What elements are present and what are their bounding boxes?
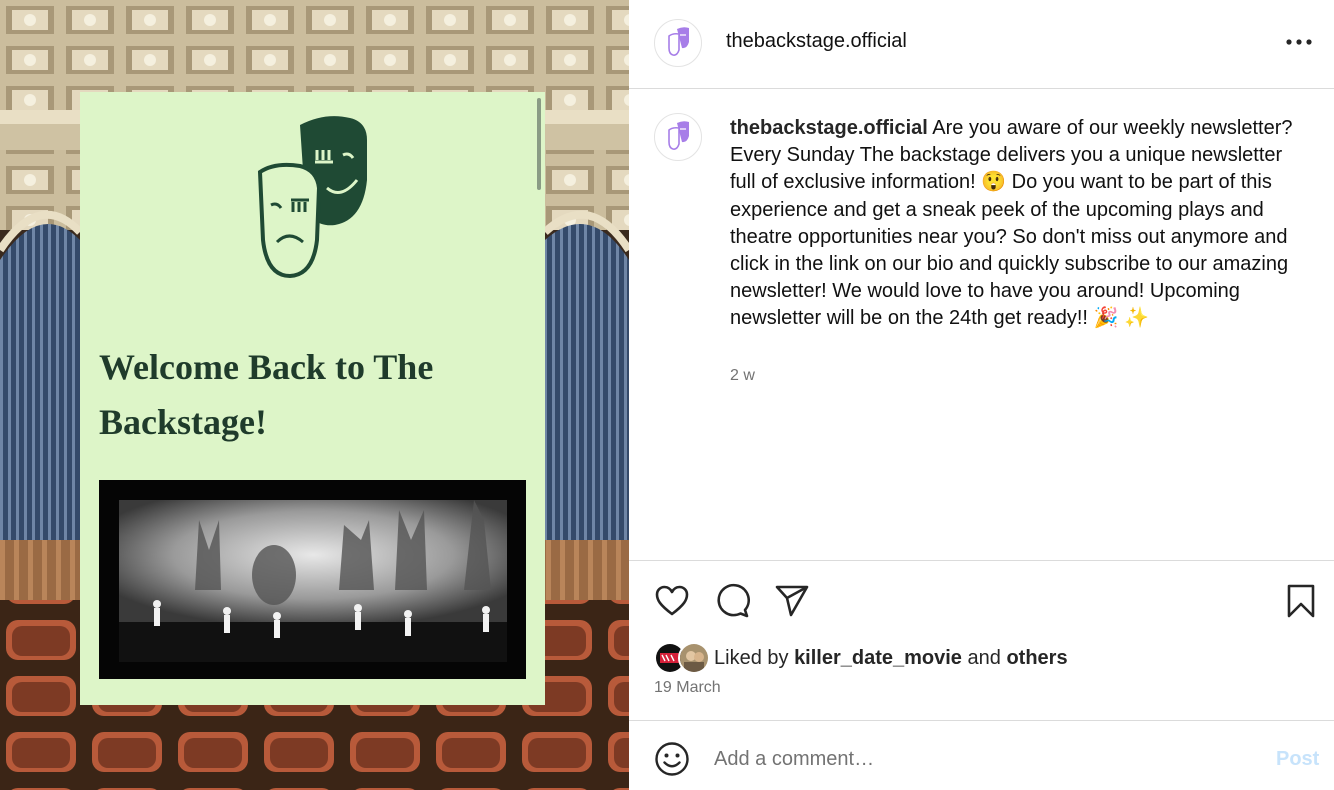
paper-plane-icon[interactable] [774, 583, 810, 619]
comment-composer: Post [629, 720, 1334, 790]
liked-by-row: Liked by killer_date_movie and others [654, 642, 1068, 674]
heart-icon[interactable] [654, 583, 690, 619]
caption-username[interactable]: thebackstage.official [730, 117, 928, 139]
poster-headline: Welcome Back to The Backstage! [99, 347, 434, 442]
liked-by-others-link[interactable]: others [1006, 647, 1067, 669]
post-caption: thebackstage.official Are you aware of o… [730, 115, 1295, 333]
post-comment-button[interactable]: Post [1276, 748, 1319, 771]
post-date[interactable]: 19 March [654, 679, 721, 697]
more-horizontal-icon[interactable] [1284, 30, 1314, 54]
caption-text: Are you aware of our weekly newsletter? … [730, 117, 1293, 330]
comment-input[interactable] [714, 742, 1234, 776]
dance-shadow-photo [99, 480, 526, 679]
poster-scrollbar[interactable] [537, 98, 541, 190]
liked-by-and: and [967, 646, 1001, 669]
caption-author-avatar[interactable] [654, 113, 702, 161]
newsletter-poster: Welcome Back to The Backstage! [80, 92, 545, 705]
liked-by-text: Liked by killer_date_movie and others [714, 647, 1068, 670]
liker-avatar[interactable] [678, 642, 710, 674]
author-avatar[interactable] [654, 19, 702, 67]
caption-timestamp[interactable]: 2 w [730, 367, 755, 385]
smiley-icon[interactable] [654, 741, 690, 777]
theatre-masks-logo-icon [668, 121, 689, 150]
theatre-masks-icon [257, 116, 367, 279]
post-actions-section: Liked by killer_date_movie and others 19… [629, 560, 1334, 721]
liked-by-username[interactable]: killer_date_movie [794, 647, 962, 669]
comment-bubble-icon[interactable] [714, 583, 750, 619]
theatre-masks-logo-icon [668, 27, 689, 56]
caption-section: thebackstage.official Are you aware of o… [629, 89, 1334, 560]
post-media[interactable]: Welcome Back to The Backstage! [0, 0, 629, 790]
post-header: thebackstage.official [629, 0, 1334, 89]
post-detail-panel: thebackstage.official thebackstage.offic… [629, 0, 1334, 790]
author-username[interactable]: thebackstage.official [726, 30, 907, 53]
bookmark-icon[interactable] [1285, 583, 1317, 619]
liked-by-prefix: Liked by [714, 646, 789, 669]
